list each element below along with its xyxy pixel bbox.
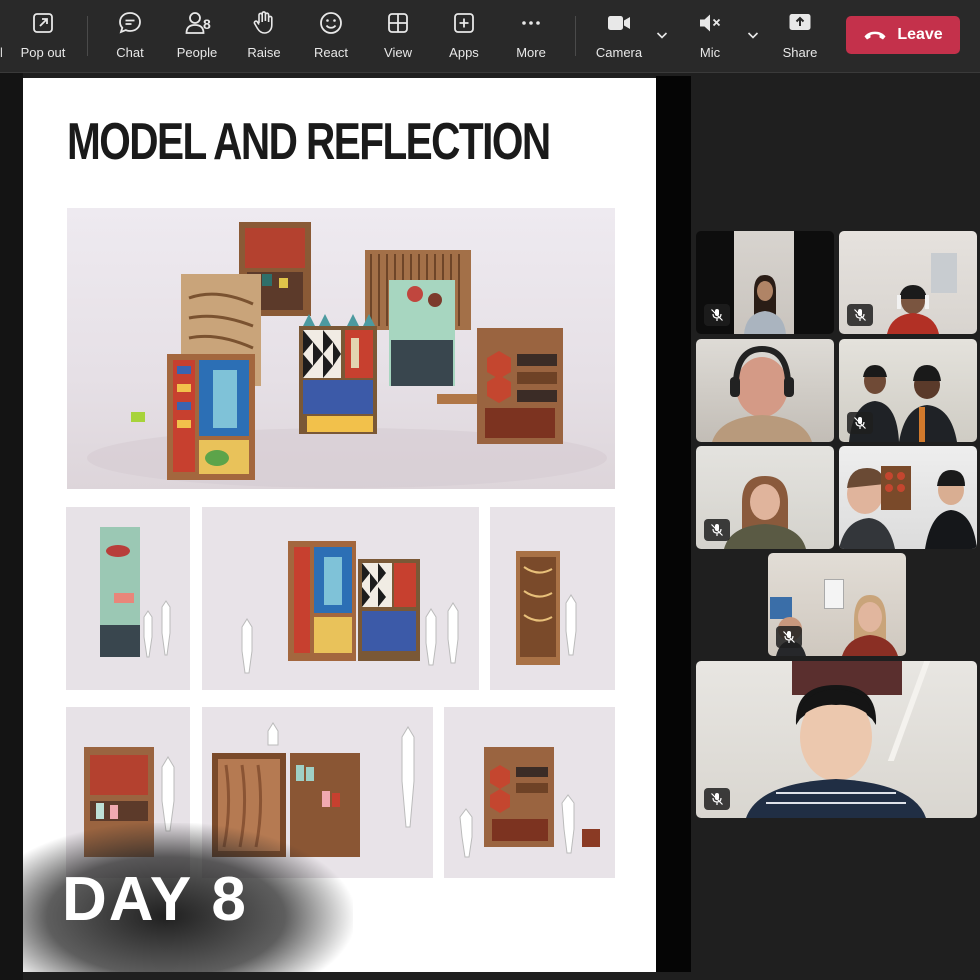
view-button[interactable]: View	[365, 10, 431, 64]
participant-tile-2[interactable]	[839, 231, 977, 334]
view-label: View	[384, 45, 412, 60]
model-photo-3	[202, 507, 479, 690]
hang-up-icon	[864, 31, 886, 40]
camera-options-chevron-icon[interactable]	[655, 28, 669, 42]
toolbar-divider	[575, 16, 576, 56]
stage-left-margin	[0, 73, 23, 980]
mic-off-icon	[854, 417, 866, 429]
react-label: React	[314, 45, 348, 60]
participant-5-mute-indicator	[704, 519, 730, 541]
chat-icon	[119, 12, 141, 34]
stage-right-margin	[656, 76, 691, 972]
raise-hand-button[interactable]: Raise	[231, 10, 297, 64]
mic-off-icon	[711, 793, 723, 805]
apps-label: Apps	[449, 45, 479, 60]
participant-tile-4[interactable]	[839, 339, 977, 442]
people-count-badge: 8	[203, 16, 211, 32]
participant-8-silhouette	[746, 685, 926, 818]
participant-5-silhouette	[724, 476, 806, 549]
participant-4-mute-indicator	[847, 412, 873, 434]
leave-button[interactable]: Leave	[846, 16, 960, 54]
participant-tile-1[interactable]	[696, 231, 834, 334]
mic-label: Mic	[699, 45, 721, 60]
pop-out-button[interactable]: Pop out	[10, 10, 76, 64]
model-photo-4	[490, 507, 615, 690]
pop-out-label: Pop out	[20, 45, 66, 60]
mic-off-icon	[783, 631, 795, 643]
grid-view-icon	[388, 13, 408, 33]
more-dots-icon	[522, 21, 540, 25]
smiley-icon	[320, 12, 342, 34]
mic-button[interactable]: Mic	[677, 10, 743, 64]
mic-options-chevron-icon[interactable]	[746, 28, 760, 42]
mic-off-icon	[711, 524, 723, 536]
apps-button[interactable]: Apps	[431, 10, 497, 64]
slide-title: MODEL AND REFLECTION	[67, 113, 551, 171]
chat-label: Chat	[116, 45, 144, 60]
mic-off-icon	[711, 309, 723, 321]
hero-model-photo	[67, 208, 615, 489]
participant-tile-3[interactable]	[696, 339, 834, 442]
participant-3-silhouette	[712, 345, 812, 442]
participant-tile-6[interactable]	[839, 446, 977, 549]
mic-muted-icon	[700, 14, 721, 32]
share-button[interactable]: Share	[767, 10, 833, 64]
more-label: More	[516, 45, 546, 60]
model-photo-2	[66, 507, 190, 690]
people-button[interactable]: People	[164, 10, 230, 64]
pop-out-icon	[33, 13, 53, 33]
toolbar-divider	[87, 16, 88, 56]
participant-8-mute-indicator	[704, 788, 730, 810]
participant-tile-7[interactable]	[768, 553, 906, 656]
participant-7-mute-indicator	[776, 626, 802, 648]
meeting-toolbar: l Pop out Chat People 8 Raise React View…	[0, 0, 980, 73]
share-icon	[789, 14, 811, 30]
add-app-icon	[454, 13, 474, 33]
mic-off-icon	[854, 309, 866, 321]
share-label: Share	[782, 45, 818, 60]
hand-icon	[253, 11, 273, 34]
camera-button[interactable]: Camera	[586, 10, 652, 64]
react-button[interactable]: React	[298, 10, 364, 64]
more-button[interactable]: More	[498, 10, 564, 64]
camera-icon	[608, 16, 630, 30]
people-label: People	[176, 45, 218, 60]
leave-label: Leave	[897, 26, 943, 43]
participant-tile-8[interactable]	[696, 661, 977, 818]
camera-label: Camera	[595, 45, 643, 60]
participant-tile-5[interactable]	[696, 446, 834, 549]
day-label: DAY 8	[62, 865, 248, 934]
participant-2-mute-indicator	[847, 304, 873, 326]
raise-label: Raise	[247, 45, 281, 60]
participant-2-silhouette	[887, 285, 939, 334]
participant-1-silhouette	[744, 275, 786, 334]
participant-1-mute-indicator	[704, 304, 730, 326]
model-photo-7	[444, 707, 615, 878]
shared-slide: MODEL AND REFLECTION DAY 8	[23, 78, 656, 972]
participant-6-silhouette	[839, 466, 977, 549]
chat-button[interactable]: Chat	[97, 10, 163, 64]
toolbar-clipped-label: l	[0, 45, 3, 60]
